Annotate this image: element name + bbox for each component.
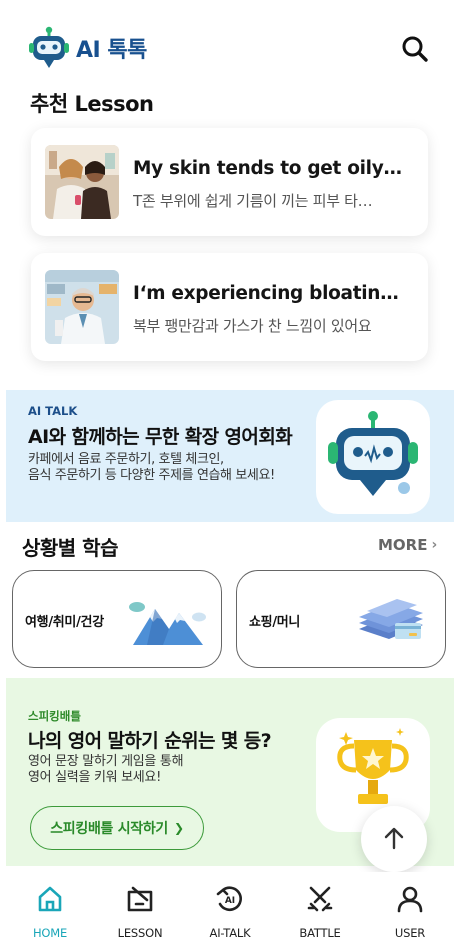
ai-talk-icon: AI bbox=[216, 886, 242, 911]
ai-talk-banner[interactable]: AI TALK AI와 함께하는 무한 확장 영어회화 카페에서 음료 주문하기… bbox=[6, 390, 454, 522]
bottom-navigation: HOME LESSON AI AI-TALK BATTLE USER bbox=[0, 872, 460, 946]
nav-lesson[interactable]: LESSON bbox=[95, 884, 185, 944]
chevron-right-icon: › bbox=[431, 537, 438, 553]
more-label: MORE bbox=[378, 536, 428, 554]
ai-talk-desc-line: 카페에서 음료 주문하기, 호텔 체크인, bbox=[28, 452, 224, 467]
chevron-right-icon: ❯ bbox=[174, 821, 184, 835]
lesson-thumbnail bbox=[45, 145, 119, 219]
nav-battle[interactable]: BATTLE bbox=[275, 884, 365, 944]
situation-learning-title: 상황별 학습 bbox=[22, 536, 118, 560]
nav-label: AI-TALK bbox=[209, 926, 251, 940]
more-link[interactable]: MORE › bbox=[378, 536, 437, 554]
logo-text: AI 톡톡 bbox=[76, 38, 147, 63]
ai-robot-illustration bbox=[316, 400, 430, 514]
lesson-title: My skin tends to get oily in… bbox=[133, 158, 403, 179]
situation-card-shopping[interactable]: 쇼핑/머니 bbox=[236, 570, 446, 668]
situation-card-label: 쇼핑/머니 bbox=[249, 615, 301, 630]
ai-talk-title: AI와 함께하는 무한 확장 영어회화 bbox=[28, 426, 293, 448]
svg-text:AI: AI bbox=[225, 896, 235, 906]
search-button[interactable] bbox=[400, 34, 430, 64]
user-icon bbox=[397, 886, 423, 913]
lesson-card[interactable]: My skin tends to get oily in… T존 부위에 쉽게 … bbox=[31, 128, 428, 236]
search-icon bbox=[402, 36, 428, 62]
lesson-title: I‘m experiencing bloating… bbox=[133, 283, 403, 304]
nav-ai-talk[interactable]: AI AI-TALK bbox=[185, 884, 275, 944]
mountain-icon bbox=[129, 591, 207, 649]
app-logo[interactable]: AI 톡톡 bbox=[28, 26, 147, 70]
arrow-up-icon bbox=[384, 827, 404, 850]
ai-talk-description: 카페에서 음료 주문하기, 호텔 체크인, 음식 주문하기 등 다양한 주제를 … bbox=[28, 452, 318, 484]
battle-icon bbox=[307, 886, 333, 912]
lesson-icon bbox=[127, 886, 153, 912]
speaking-battle-tag: 스피킹배틀 bbox=[28, 709, 81, 723]
app-header: AI 톡톡 bbox=[0, 0, 460, 88]
speaking-battle-description: 영어 문장 말하기 게임을 통해 영어 실력을 키워 보세요! bbox=[28, 754, 278, 786]
lesson-subtitle: 복부 팽만감과 가스가 찬 느낌이 있어요 bbox=[133, 317, 372, 335]
robot-icon bbox=[328, 411, 418, 496]
scroll-to-top-button[interactable] bbox=[361, 806, 427, 872]
nav-label: HOME bbox=[32, 926, 68, 940]
nav-label: USER bbox=[394, 926, 426, 940]
nav-user[interactable]: USER bbox=[365, 884, 455, 944]
nav-label: BATTLE bbox=[299, 926, 341, 940]
home-icon bbox=[38, 886, 62, 912]
nav-label: LESSON bbox=[117, 926, 163, 940]
situation-card-label: 여행/취미/건강 bbox=[25, 615, 104, 630]
recommended-lesson-title: 추천 Lesson bbox=[30, 92, 154, 116]
battle-desc-line: 영어 문장 말하기 게임을 통해 bbox=[28, 754, 184, 769]
lesson-subtitle: T존 부위에 쉽게 기름이 끼는 피부 타… bbox=[133, 192, 373, 210]
start-speaking-battle-button[interactable]: 스피킹배틀 시작하기 ❯ bbox=[30, 806, 204, 850]
situation-card-travel[interactable]: 여행/취미/건강 bbox=[12, 570, 222, 668]
lesson-card[interactable]: I‘m experiencing bloating… 복부 팽만감과 가스가 찬… bbox=[31, 253, 428, 361]
nav-home[interactable]: HOME bbox=[5, 884, 95, 944]
speaking-battle-title: 나의 영어 말하기 순위는 몇 등? bbox=[28, 730, 272, 752]
money-icon bbox=[353, 591, 431, 649]
ai-talk-tag: AI TALK bbox=[28, 404, 78, 418]
lesson-thumbnail bbox=[45, 270, 119, 344]
ai-talk-desc-line: 음식 주문하기 등 다양한 주제를 연습해 보세요! bbox=[28, 468, 275, 483]
robot-logo-icon bbox=[29, 26, 69, 68]
battle-desc-line: 영어 실력을 키워 보세요! bbox=[28, 770, 162, 785]
start-battle-label: 스피킹배틀 시작하기 bbox=[50, 821, 169, 837]
